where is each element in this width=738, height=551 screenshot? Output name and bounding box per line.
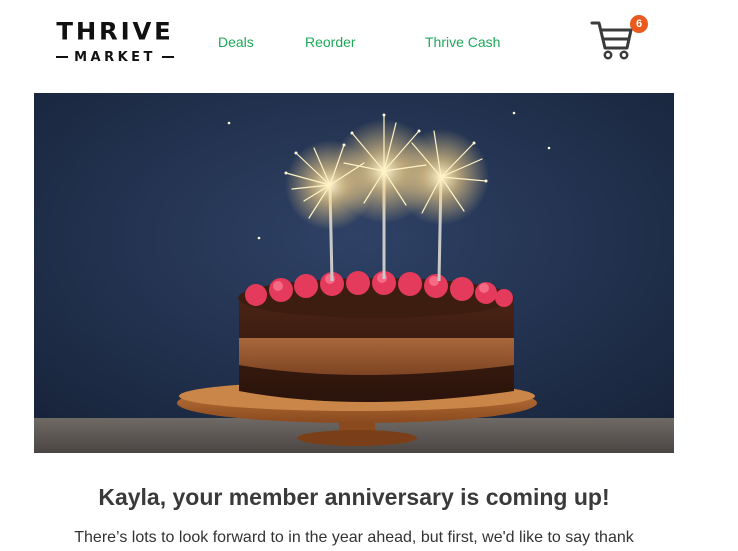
nav-link-thrive-cash[interactable]: Thrive Cash [425,34,500,50]
logo-subtitle-text: MARKET [74,49,156,65]
logo-dash-left [56,56,69,58]
cart-count-badge: 6 [630,15,648,33]
thrive-market-logo[interactable]: THRIVE MARKET [48,13,182,65]
cart-button[interactable]: 6 [588,14,652,62]
logo-wordmark-icon: THRIVE [56,16,173,43]
anniversary-headline: Kayla, your member anniversary is coming… [98,484,610,510]
nav-link-deals[interactable]: Deals [218,34,254,50]
email-header: THRIVE MARKET Deals Reorder Thrive Cash … [0,0,738,90]
logo-subtitle: MARKET [48,48,182,66]
nav-link-reorder[interactable]: Reorder [305,34,356,50]
hero-image[interactable] [34,93,674,453]
anniversary-body-text: There’s lots to look forward to in the y… [74,529,634,546]
svg-text:THRIVE: THRIVE [56,16,173,43]
birthday-cake-icon [34,93,674,453]
shopping-cart-icon [590,21,633,60]
logo-dash-right [161,56,174,58]
